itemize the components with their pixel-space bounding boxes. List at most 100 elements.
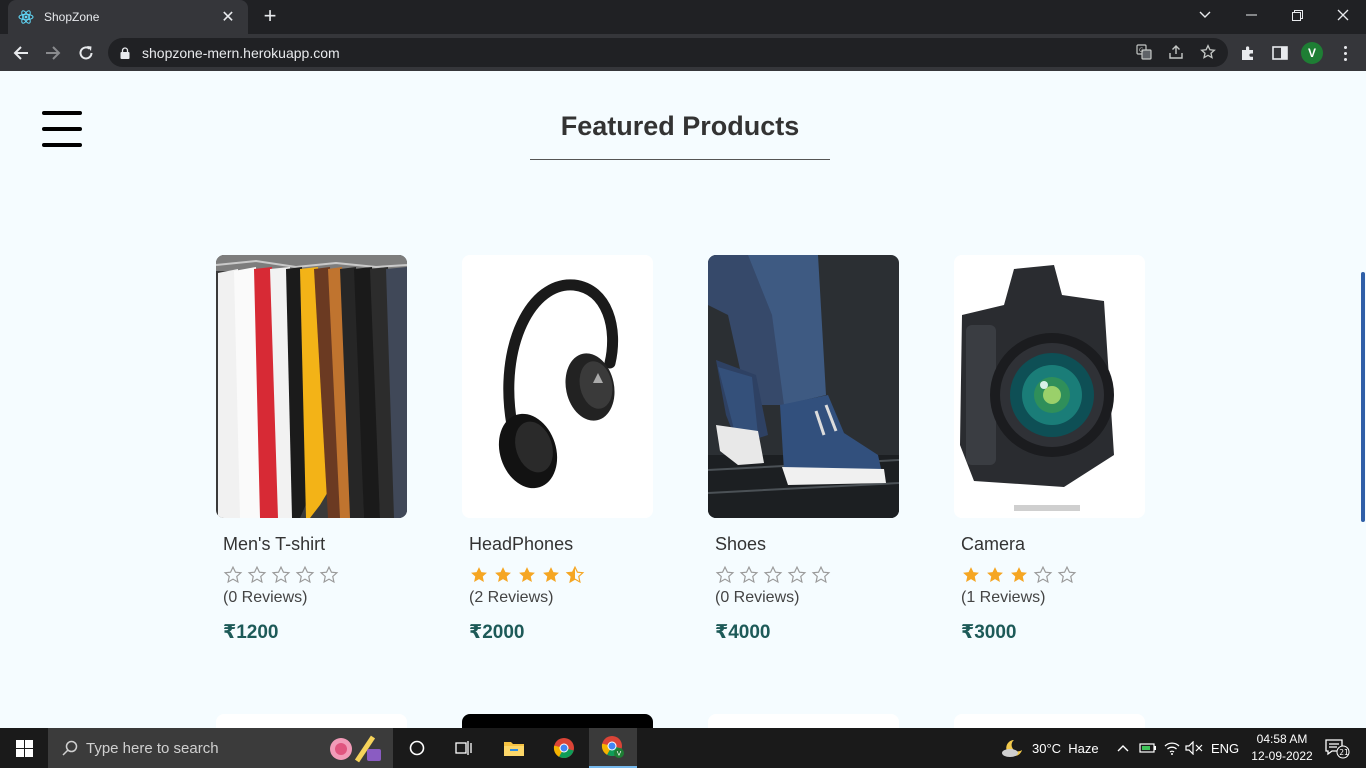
star-empty-icon xyxy=(763,565,783,584)
next-row-product-card[interactable] xyxy=(954,714,1145,728)
taskbar-search-box[interactable]: Type here to search xyxy=(48,728,393,768)
product-name[interactable]: Shoes xyxy=(708,534,899,555)
language-indicator[interactable]: ENG xyxy=(1211,728,1239,768)
minimize-button[interactable] xyxy=(1228,0,1274,30)
system-clock[interactable]: 04:58 AM 12-09-2022 xyxy=(1244,731,1320,765)
url-text: shopzone-mern.herokuapp.com xyxy=(142,44,340,61)
search-icon xyxy=(62,740,78,756)
profile-avatar[interactable]: V xyxy=(1301,42,1323,64)
search-placeholder: Type here to search xyxy=(86,739,219,757)
star-filled-icon xyxy=(471,567,487,582)
wifi-icon[interactable] xyxy=(1162,728,1182,768)
star-empty-icon xyxy=(295,565,315,584)
star-empty-icon xyxy=(247,565,267,584)
star-half-icon xyxy=(565,565,585,584)
review-count: (0 Reviews) xyxy=(715,589,800,606)
browser-tab-strip: ShopZone ✕ + xyxy=(0,0,1366,34)
scrollbar-thumb[interactable] xyxy=(1361,272,1365,522)
product-card-tshirt[interactable]: Men's T-shirt (0 Reviews) ₹1200 xyxy=(216,255,407,644)
star-filled-icon xyxy=(519,567,535,582)
translate-icon[interactable]: G xyxy=(1133,41,1155,63)
product-card-headphones[interactable]: HeadPhones (2 Reviews) ₹2000 xyxy=(462,255,653,644)
new-tab-button[interactable]: + xyxy=(258,5,282,29)
search-highlight-art-icon xyxy=(327,731,383,765)
svg-text:G: G xyxy=(1139,47,1144,54)
forward-arrow-icon[interactable] xyxy=(40,40,66,66)
product-card-shoes[interactable]: Shoes (0 Reviews) ₹4000 xyxy=(708,255,899,644)
product-name[interactable]: Camera xyxy=(954,534,1145,555)
product-name[interactable]: HeadPhones xyxy=(462,534,653,555)
star-empty-icon xyxy=(1057,565,1077,584)
battery-icon[interactable] xyxy=(1138,728,1158,768)
react-favicon-icon xyxy=(18,9,34,25)
tab-title: ShopZone xyxy=(44,10,100,24)
tab-search-icon[interactable] xyxy=(1182,0,1228,30)
close-window-button[interactable] xyxy=(1320,0,1366,30)
star-filled-icon xyxy=(495,567,511,582)
star-filled-icon xyxy=(1011,567,1027,582)
product-name[interactable]: Men's T-shirt xyxy=(216,534,407,555)
page-content: Featured Products Men's T-shirt (0 Revie… xyxy=(0,71,1366,728)
side-panel-icon[interactable] xyxy=(1269,42,1291,64)
star-rating xyxy=(954,565,1145,585)
moon-cloud-icon xyxy=(1000,738,1024,758)
product-price: ₹1200 xyxy=(223,622,279,643)
star-filled-icon xyxy=(987,567,1003,582)
star-rating xyxy=(462,565,653,585)
star-empty-icon xyxy=(319,565,339,584)
address-bar[interactable]: shopzone-mern.herokuapp.com xyxy=(108,38,1228,67)
shoes-product-image[interactable] xyxy=(708,255,899,518)
product-price: ₹2000 xyxy=(469,622,525,643)
svg-text:V: V xyxy=(617,750,622,758)
title-underline xyxy=(530,159,830,160)
next-row-product-card[interactable] xyxy=(462,714,653,728)
share-icon[interactable] xyxy=(1165,41,1187,63)
star-filled-icon xyxy=(543,567,559,582)
back-arrow-icon[interactable] xyxy=(8,40,34,66)
browser-tab[interactable]: ShopZone ✕ xyxy=(8,0,248,34)
star-rating xyxy=(708,565,899,585)
file-explorer-icon[interactable] xyxy=(490,728,538,768)
windows-taskbar: Type here to search V 30°C Haze ENG 04:5… xyxy=(0,728,1366,768)
tab-close-icon[interactable]: ✕ xyxy=(218,7,238,27)
tshirt-product-image[interactable] xyxy=(216,255,407,518)
product-card-camera[interactable]: Camera (1 Reviews) ₹3000 xyxy=(954,255,1145,644)
star-empty-icon xyxy=(811,565,831,584)
headphones-product-image[interactable] xyxy=(462,255,653,518)
product-price: ₹4000 xyxy=(715,622,771,643)
weather-widget[interactable]: 30°C Haze xyxy=(1000,728,1099,768)
next-row-product-card[interactable] xyxy=(216,714,407,728)
extensions-icon[interactable] xyxy=(1237,42,1259,64)
star-empty-icon xyxy=(739,565,759,584)
restore-button[interactable] xyxy=(1274,0,1320,30)
notification-center-icon[interactable]: 21 xyxy=(1322,728,1352,768)
reload-icon[interactable] xyxy=(73,40,99,66)
star-empty-icon xyxy=(271,565,291,584)
browser-toolbar: shopzone-mern.herokuapp.com G V xyxy=(0,34,1366,71)
weather-text: 30°C Haze xyxy=(1032,740,1099,756)
star-empty-icon xyxy=(787,565,807,584)
page-title: Featured Products xyxy=(560,111,800,141)
star-empty-icon xyxy=(1033,565,1053,584)
notification-count: 21 xyxy=(1339,748,1349,757)
product-price: ₹3000 xyxy=(961,622,1017,643)
review-count: (2 Reviews) xyxy=(469,589,554,606)
lock-icon xyxy=(120,46,134,59)
chevron-up-icon[interactable] xyxy=(1114,728,1132,768)
hamburger-menu-icon[interactable] xyxy=(42,111,82,147)
task-view-icon[interactable] xyxy=(440,728,488,768)
browser-menu-icon[interactable] xyxy=(1334,42,1356,64)
bookmark-star-icon[interactable] xyxy=(1197,41,1219,63)
windows-start-icon[interactable] xyxy=(0,728,48,768)
star-rating xyxy=(216,565,407,585)
next-row-product-card[interactable] xyxy=(708,714,899,728)
clock-time: 04:58 AM xyxy=(1256,732,1308,746)
review-count: (1 Reviews) xyxy=(961,589,1046,606)
camera-product-image[interactable] xyxy=(954,255,1145,518)
cortana-icon[interactable] xyxy=(393,728,441,768)
chrome-icon[interactable] xyxy=(540,728,588,768)
clock-date: 12-09-2022 xyxy=(1251,749,1313,763)
volume-muted-icon[interactable] xyxy=(1184,728,1204,768)
star-empty-icon xyxy=(715,565,735,584)
chrome-profile-icon[interactable]: V xyxy=(589,728,637,768)
